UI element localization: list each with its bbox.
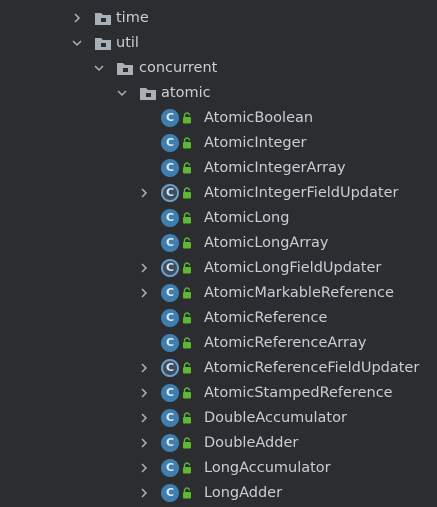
chevron-right-icon[interactable] [138, 412, 150, 424]
tree-node-label: LongAccumulator [204, 460, 331, 476]
chevron-right-icon[interactable] [138, 287, 150, 299]
lock-icon [182, 312, 193, 324]
chevron-right-icon[interactable] [71, 12, 83, 24]
tree-node-class[interactable]: C LongAccumulator [0, 456, 437, 481]
lock-icon [182, 487, 193, 499]
project-tree: time util concurrent atomic C AtomicBool… [0, 6, 437, 506]
class-icon: C [161, 234, 179, 252]
chevron-right-icon[interactable] [138, 262, 150, 274]
tree-node-label: LongAdder [204, 485, 283, 501]
class-icon: C [161, 334, 179, 352]
lock-icon [182, 387, 193, 399]
chevron-right-icon[interactable] [138, 187, 150, 199]
tree-node-class[interactable]: C AtomicLongArray [0, 231, 437, 256]
tree-node-label: AtomicMarkableReference [204, 285, 394, 301]
tree-node-label: atomic [161, 85, 211, 101]
tree-node-class[interactable]: C AtomicLongFieldUpdater [0, 256, 437, 281]
class-icon: C [161, 284, 179, 302]
tree-node-label: AtomicReference [204, 310, 328, 326]
class-icon: C [161, 484, 179, 502]
tree-node-class[interactable]: C AtomicReferenceFieldUpdater [0, 356, 437, 381]
tree-node-label: AtomicBoolean [204, 110, 314, 126]
tree-node-class[interactable]: C DoubleAdder [0, 431, 437, 456]
tree-node-atomic[interactable]: atomic [0, 81, 437, 106]
tree-node-util[interactable]: util [0, 31, 437, 56]
tree-node-label: time [116, 10, 149, 26]
tree-node-class[interactable]: C AtomicStampedReference [0, 381, 437, 406]
tree-node-class[interactable]: C AtomicIntegerFieldUpdater [0, 181, 437, 206]
tree-node-label: concurrent [139, 60, 218, 76]
tree-node-class[interactable]: C LongAdder [0, 481, 437, 506]
lock-icon [182, 287, 193, 299]
folder-icon [94, 11, 112, 26]
class-icon: C [161, 309, 179, 327]
tree-node-label: AtomicIntegerFieldUpdater [204, 185, 399, 201]
tree-node-label: DoubleAccumulator [204, 410, 347, 426]
chevron-right-icon[interactable] [138, 462, 150, 474]
class-icon: C [161, 134, 179, 152]
class-icon: C [161, 209, 179, 227]
tree-node-label: AtomicLongFieldUpdater [204, 260, 382, 276]
chevron-right-icon[interactable] [138, 487, 150, 499]
folder-icon [94, 36, 112, 51]
tree-node-label: AtomicIntegerArray [204, 160, 346, 176]
tree-node-label: AtomicReferenceArray [204, 335, 367, 351]
tree-node-label: util [116, 35, 139, 51]
folder-icon [116, 61, 134, 76]
class-icon: C [161, 159, 179, 177]
chevron-right-icon[interactable] [138, 362, 150, 374]
chevron-down-icon[interactable] [116, 87, 128, 99]
lock-icon [182, 162, 193, 174]
lock-icon [182, 237, 193, 249]
tree-node-class[interactable]: C AtomicLong [0, 206, 437, 231]
chevron-right-icon[interactable] [138, 387, 150, 399]
class-icon: C [161, 384, 179, 402]
lock-icon [182, 437, 193, 449]
tree-node-class[interactable]: C AtomicInteger [0, 131, 437, 156]
chevron-down-icon[interactable] [71, 37, 83, 49]
tree-node-time[interactable]: time [0, 6, 437, 31]
class-icon: C [161, 434, 179, 452]
tree-node-class[interactable]: C AtomicReference [0, 306, 437, 331]
tree-node-class[interactable]: C AtomicBoolean [0, 106, 437, 131]
lock-icon [182, 212, 193, 224]
tree-node-label: AtomicStampedReference [204, 385, 393, 401]
tree-node-label: DoubleAdder [204, 435, 299, 451]
tree-node-concurrent[interactable]: concurrent [0, 56, 437, 81]
lock-icon [182, 362, 193, 374]
abstract-class-icon: C [161, 359, 179, 377]
tree-node-class[interactable]: C AtomicMarkableReference [0, 281, 437, 306]
lock-icon [182, 462, 193, 474]
chevron-right-icon[interactable] [138, 437, 150, 449]
lock-icon [182, 187, 193, 199]
lock-icon [182, 112, 193, 124]
tree-node-class[interactable]: C DoubleAccumulator [0, 406, 437, 431]
folder-icon [139, 86, 157, 101]
abstract-class-icon: C [161, 259, 179, 277]
tree-node-class[interactable]: C AtomicIntegerArray [0, 156, 437, 181]
lock-icon [182, 412, 193, 424]
abstract-class-icon: C [161, 184, 179, 202]
class-icon: C [161, 109, 179, 127]
chevron-down-icon[interactable] [93, 62, 105, 74]
tree-node-class[interactable]: C AtomicReferenceArray [0, 331, 437, 356]
lock-icon [182, 337, 193, 349]
tree-node-label: AtomicInteger [204, 135, 307, 151]
lock-icon [182, 137, 193, 149]
tree-node-label: AtomicReferenceFieldUpdater [204, 360, 420, 376]
tree-node-label: AtomicLongArray [204, 235, 329, 251]
lock-icon [182, 262, 193, 274]
class-icon: C [161, 459, 179, 477]
tree-node-label: AtomicLong [204, 210, 290, 226]
class-icon: C [161, 409, 179, 427]
